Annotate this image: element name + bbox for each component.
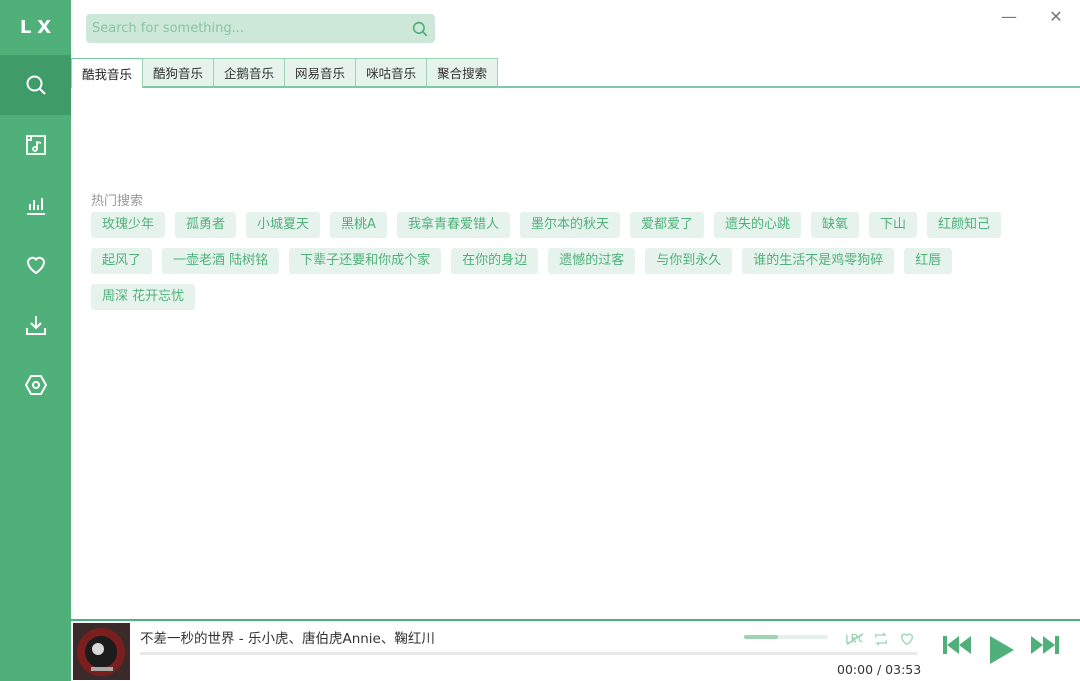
hot-search-tag[interactable]: 下山 [869, 212, 918, 238]
heart-comment-icon [900, 633, 914, 646]
album-cover[interactable] [73, 623, 130, 680]
previous-button[interactable] [942, 634, 972, 656]
hot-search-tag[interactable]: 起风了 [91, 248, 153, 274]
hot-search-tag[interactable]: 谁的生活不是鸡零狗碎 [742, 248, 895, 274]
hexagon-settings-icon [24, 375, 47, 395]
lyrics-icon [846, 633, 864, 645]
volume-slider[interactable] [744, 635, 828, 639]
nav-playlist[interactable] [0, 115, 71, 175]
tab-kuwo[interactable]: 酷我音乐 [71, 58, 144, 88]
volume-level [744, 635, 778, 639]
nav-favorites[interactable] [0, 235, 71, 295]
hot-search-tag[interactable]: 下辈子还要和你成个家 [289, 248, 442, 274]
heart-icon [26, 256, 45, 275]
hot-search-tag[interactable]: 周深 花开忘忧 [91, 284, 196, 310]
music-file-icon [25, 135, 46, 155]
nav-search[interactable] [0, 55, 71, 115]
minimize-button[interactable]: — [999, 6, 1019, 26]
hot-search-tag[interactable]: 缺氧 [811, 212, 860, 238]
hot-search-tag[interactable]: 黑桃A [330, 212, 387, 238]
skip-previous-icon [943, 636, 971, 654]
search-button[interactable] [405, 14, 435, 43]
hot-search-tag[interactable]: 遗憾的过客 [548, 248, 636, 274]
hot-search-tag[interactable]: 在你的身边 [451, 248, 539, 274]
hot-search-list: 玫瑰少年 孤勇者 小城夏天 黑桃A 我拿青春爱错人 墨尔本的秋天 爱都爱了 遗失的心跳 缺氧 下山… [91, 212, 1051, 320]
repeat-button[interactable] [872, 630, 890, 648]
hot-search-tag[interactable]: 遗失的心跳 [714, 212, 802, 238]
time-display: 00:00 / 03:53 [837, 662, 922, 677]
favorite-button[interactable] [898, 630, 916, 648]
nav-download[interactable] [0, 295, 71, 355]
hot-search-tag[interactable]: 玫瑰少年 [91, 212, 166, 238]
nav-settings[interactable] [0, 355, 71, 415]
main-panel: — ✕ 酷我音乐 酷狗音乐 企鹅音乐 网易音乐 咪咕音乐 聚合搜索 热门搜索 玫… [71, 0, 1080, 620]
tab-migu[interactable]: 咪咕音乐 [356, 58, 428, 86]
search-icon [26, 75, 46, 95]
app-window: LX — ✕ 酷我音乐 酷狗音乐 [0, 0, 1080, 681]
hot-search-tag[interactable]: 孤勇者 [175, 212, 237, 238]
hot-search-label: 热门搜索 [91, 194, 144, 209]
hot-search-tag[interactable]: 红颜知己 [927, 212, 1002, 238]
hot-search-tag[interactable]: 红唇 [904, 248, 953, 274]
hot-search-tag[interactable]: 墨尔本的秋天 [519, 212, 620, 238]
player-bar: 不差一秒的世界 - 乐小虎、唐伯虎Annie、鞠红川 00:00 / 03:53 [71, 619, 1080, 681]
tab-netease[interactable]: 网易音乐 [285, 58, 357, 86]
search-input[interactable] [86, 21, 405, 36]
app-logo: LX [19, 17, 58, 38]
tab-kugou[interactable]: 酷狗音乐 [143, 58, 215, 86]
hot-search-tag[interactable]: 我拿青春爱错人 [396, 212, 510, 238]
play-button[interactable] [987, 635, 1015, 665]
skip-next-icon [1031, 636, 1059, 654]
lyrics-toggle[interactable] [846, 630, 864, 648]
source-tabs: 酷我音乐 酷狗音乐 企鹅音乐 网易音乐 咪咕音乐 聚合搜索 [71, 58, 1080, 88]
download-icon [25, 316, 46, 335]
progress-bar[interactable] [140, 652, 917, 655]
tab-qq[interactable]: 企鹅音乐 [214, 58, 286, 86]
close-button[interactable]: ✕ [1046, 6, 1066, 26]
play-icon [990, 636, 1014, 664]
nav-leaderboard[interactable] [0, 175, 71, 235]
hot-search-tag[interactable]: 爱都爱了 [629, 212, 704, 238]
sidebar: LX [0, 0, 71, 681]
repeat-icon [875, 632, 887, 646]
hot-search-tag[interactable]: 一壶老酒 陆树铭 [162, 248, 280, 274]
tab-aggregate[interactable]: 聚合搜索 [427, 58, 499, 86]
next-button[interactable] [1030, 634, 1060, 656]
search-bar [86, 14, 435, 43]
bar-chart-icon [26, 198, 45, 215]
hot-search-tag[interactable]: 与你到永久 [645, 248, 733, 274]
song-title: 不差一秒的世界 - 乐小虎、唐伯虎Annie、鞠红川 [140, 631, 435, 647]
hot-search-tag[interactable]: 小城夏天 [246, 212, 321, 238]
search-icon [412, 21, 428, 36]
